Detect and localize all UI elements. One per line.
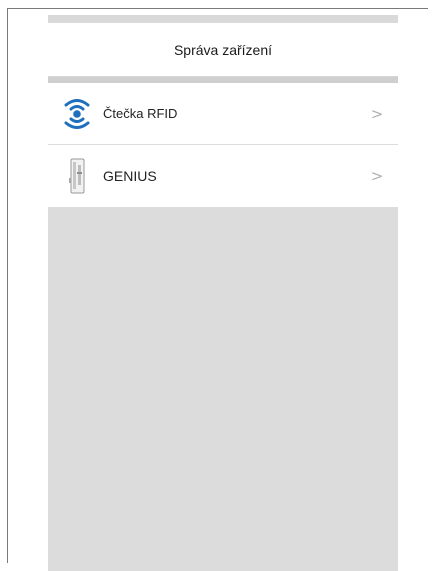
device-list: Čtečka RFID > GENIUS > xyxy=(48,83,398,207)
device-label-genius: GENIUS xyxy=(103,168,157,184)
rfid-reader-icon xyxy=(62,94,92,134)
device-item-rfid[interactable]: Čtečka RFID > xyxy=(48,83,398,145)
chevron-right-icon: > xyxy=(370,104,384,123)
chevron-right-icon: > xyxy=(370,167,384,185)
app-screen: Správa zařízení Čtečka RFID > GENIUS > xyxy=(48,15,398,571)
page-header: Správa zařízení xyxy=(48,23,398,77)
page-title: Správa zařízení xyxy=(173,41,273,58)
device-item-genius[interactable]: GENIUS > xyxy=(48,145,398,207)
genius-device-icon xyxy=(62,156,92,196)
status-strip xyxy=(48,15,398,23)
device-label-rfid: Čtečka RFID xyxy=(103,106,178,121)
